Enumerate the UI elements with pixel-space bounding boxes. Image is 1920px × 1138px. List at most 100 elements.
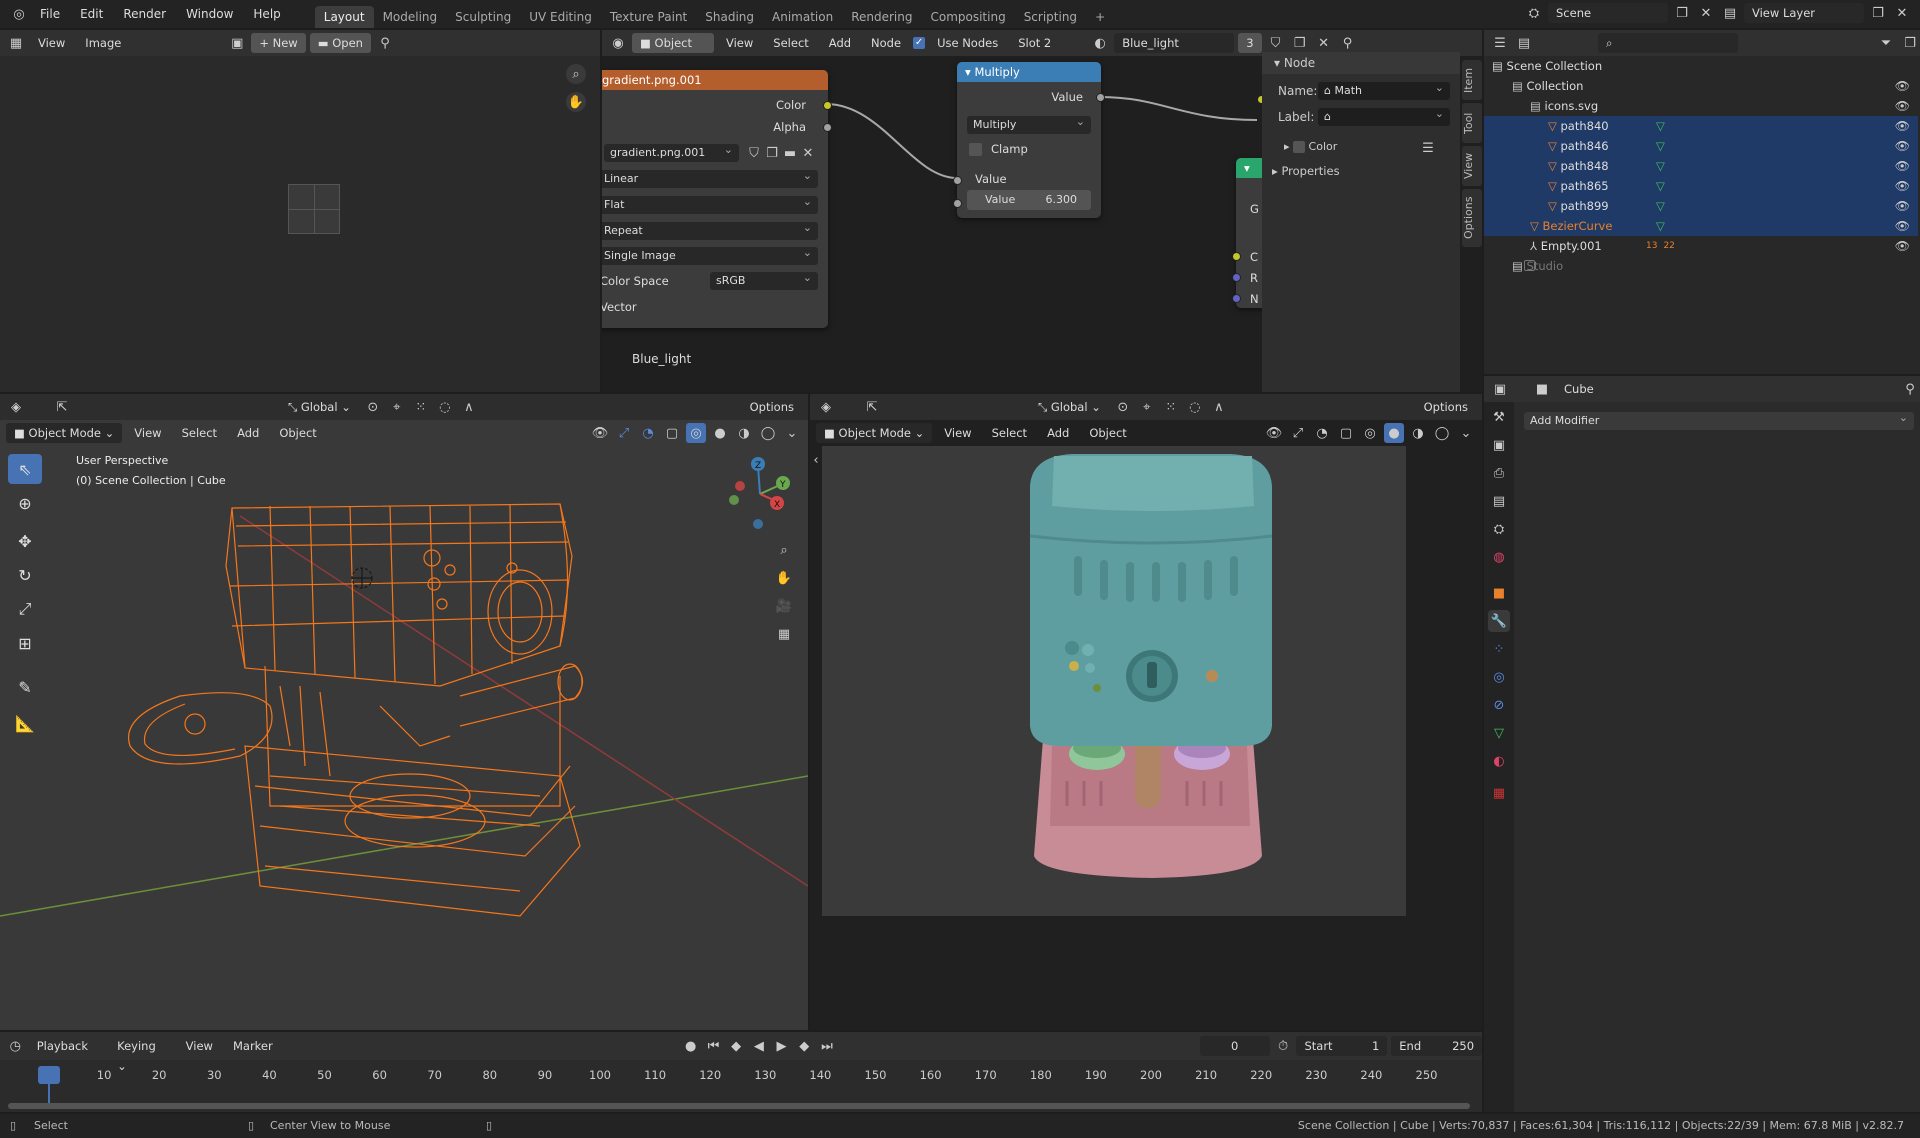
visibility-eye-icon[interactable]: 👁	[1895, 236, 1910, 256]
image-datablock-field[interactable]: gradient.png.001	[604, 141, 739, 162]
tab-shading[interactable]: Shading	[696, 6, 763, 28]
projection-dropdown[interactable]: Flat	[602, 193, 818, 214]
orientation-dropdown[interactable]: ⤡ Global ⌄	[280, 397, 359, 417]
color-checkbox[interactable]	[1293, 141, 1306, 153]
color-panel-header[interactable]: ▸ Color	[1284, 140, 1337, 153]
measure-tool[interactable]: 📐	[8, 708, 42, 738]
pin-icon[interactable]: ⚲	[1900, 379, 1920, 399]
curve-data-icon[interactable]: ▽	[1656, 156, 1665, 176]
new-collection-icon[interactable]: ❐	[1900, 33, 1920, 53]
gizmo-icon[interactable]: ⤢	[614, 423, 634, 443]
overlay-icon[interactable]: ◔	[638, 423, 658, 443]
tab-modeling[interactable]: Modeling	[374, 6, 447, 28]
render-tab-icon[interactable]: ▣	[1488, 434, 1510, 456]
solid-shading-icon[interactable]: ●	[1384, 423, 1404, 443]
snap-icon[interactable]: ⌖	[387, 397, 407, 417]
menu-edit[interactable]: Edit	[70, 0, 113, 28]
annotate-tool[interactable]: ✎	[8, 672, 42, 702]
interpolation-dropdown[interactable]: Linear	[602, 167, 818, 188]
tab-sculpting[interactable]: Sculpting	[446, 6, 520, 28]
math-out-value-socket[interactable]	[1096, 93, 1105, 102]
math-value-field[interactable]: Value 6.300	[967, 190, 1091, 210]
navigation-gizmo[interactable]: Z Y X	[720, 454, 790, 534]
editor-type-icon[interactable]: ☰	[1490, 33, 1510, 53]
image-out-color-socket[interactable]	[823, 101, 832, 110]
math-in-value-socket-2[interactable]	[953, 199, 962, 208]
editor-type-icon[interactable]: ◈	[6, 397, 26, 417]
orientation-dropdown[interactable]: ⤡ Global ⌄	[1030, 397, 1109, 417]
solid-shading-icon[interactable]: ●	[710, 423, 730, 443]
menu-view[interactable]: View	[178, 1036, 221, 1056]
material-tab-icon[interactable]: ◐	[1488, 750, 1510, 772]
play-icon[interactable]: ▶	[772, 1036, 791, 1056]
outliner-row-empty-001[interactable]: ⅄ Empty.001 13 22 👁	[1484, 236, 1918, 256]
editor-type-icon[interactable]: ◷	[6, 1036, 25, 1056]
tab-rendering[interactable]: Rendering	[842, 6, 921, 28]
play-reverse-icon[interactable]: ◀	[749, 1036, 768, 1056]
outliner-row-path846[interactable]: ▽ path846 ▽ 👁	[1484, 136, 1918, 156]
pin-icon[interactable]: ⚲	[375, 33, 395, 53]
constraints-tab-icon[interactable]: ⊘	[1488, 694, 1510, 716]
node-label-field[interactable]: ⌂	[1318, 105, 1450, 126]
snap-icon[interactable]: ⌖	[1137, 397, 1157, 417]
menu-select[interactable]: Select	[174, 423, 225, 443]
tool-tab-icon[interactable]: ⚒	[1488, 406, 1510, 428]
editor-type-icon[interactable]: ◈	[816, 397, 836, 417]
math-node-title[interactable]: ▾ Multiply	[957, 62, 1101, 82]
tab-uv-editing[interactable]: UV Editing	[520, 6, 601, 28]
physics-tab-icon[interactable]: ◎	[1488, 666, 1510, 688]
rotate-tool[interactable]: ↻	[8, 560, 42, 590]
current-frame-field[interactable]: 0	[1199, 1036, 1270, 1056]
image-texture-node[interactable]: gradient.png.001 Color Alpha gradient.pn…	[602, 70, 832, 328]
visibility-eye-icon[interactable]: 👁	[1895, 156, 1910, 176]
menu-image[interactable]: Image	[77, 33, 129, 53]
new-view-layer-icon[interactable]: ❐	[1868, 3, 1888, 23]
record-icon[interactable]: ●	[681, 1036, 700, 1056]
outliner-row-path899[interactable]: ▽ path899 ▽ 👁	[1484, 196, 1918, 216]
scene-tab-icon[interactable]: ⛭	[1488, 518, 1510, 540]
texture-tab-icon[interactable]: ▦	[1488, 782, 1510, 804]
material-shading-icon[interactable]: ◑	[1408, 423, 1428, 443]
options-dropdown[interactable]: Options	[742, 397, 802, 417]
image-out-alpha-socket[interactable]	[823, 123, 832, 132]
exclude-checkbox[interactable]	[1524, 260, 1535, 271]
falloff-icon[interactable]: ∧	[459, 397, 479, 417]
outliner-row-path840[interactable]: ▽ path840 ▽ 👁	[1484, 116, 1918, 136]
children-badges[interactable]: 13 22	[1646, 236, 1681, 256]
unlink-icon[interactable]: ✕	[798, 143, 818, 163]
pan-hand-icon[interactable]: ✋	[774, 568, 794, 588]
sidebar-node-section[interactable]: ▾ Node	[1262, 52, 1460, 74]
start-frame-field[interactable]: Start 1	[1296, 1036, 1388, 1056]
outliner-scene-collection[interactable]: ▤ Scene Collection	[1484, 56, 1918, 76]
menu-view[interactable]: View	[126, 423, 169, 443]
proportional-icon[interactable]: ◌	[435, 397, 455, 417]
modifier-tab-icon[interactable]: 🔧	[1488, 610, 1510, 632]
outliner-row-path848[interactable]: ▽ path848 ▽ 👁	[1484, 156, 1918, 176]
menu-view[interactable]: View	[30, 33, 73, 53]
visibility-eye-icon[interactable]: 👁	[1895, 136, 1910, 156]
visibility-eye-icon[interactable]: 👁	[1895, 96, 1910, 116]
source-dropdown[interactable]: Single Image	[602, 244, 818, 265]
ortho-grid-icon[interactable]: ▦	[774, 624, 794, 644]
curve-data-icon[interactable]: ▽	[1656, 136, 1665, 156]
menu-select[interactable]: Select	[984, 423, 1035, 443]
prev-keyframe-icon[interactable]: ◆	[727, 1036, 746, 1056]
shader-node-socket-3[interactable]	[1232, 294, 1241, 303]
view-layer-icon[interactable]: ▤	[1720, 3, 1740, 23]
image-browse-icon[interactable]: ▣	[227, 33, 247, 53]
menu-add[interactable]: Add	[1039, 423, 1077, 443]
transform-arrows-icon[interactable]: ⇱	[862, 397, 882, 417]
cursor-tool[interactable]: ⊕	[8, 488, 42, 518]
mode-dropdown[interactable]: ■ Object Mode ⌄	[6, 423, 123, 443]
menu-object[interactable]: Object	[271, 423, 324, 443]
menu-add[interactable]: Add	[229, 423, 267, 443]
filter-icon[interactable]: ⏷	[1876, 33, 1896, 53]
math-in-value-socket-1[interactable]	[953, 176, 962, 185]
editor-type-icon[interactable]: ▦	[6, 33, 26, 53]
timer-icon[interactable]: ⏱	[1274, 1036, 1293, 1056]
scene-field[interactable]: Scene	[1548, 3, 1668, 23]
jump-end-icon[interactable]: ⏭	[818, 1036, 837, 1056]
new-image-button[interactable]: + New	[251, 33, 306, 53]
transform-arrows-icon[interactable]: ⇱	[52, 397, 72, 417]
timeline-scrollbar[interactable]	[8, 1103, 1470, 1109]
